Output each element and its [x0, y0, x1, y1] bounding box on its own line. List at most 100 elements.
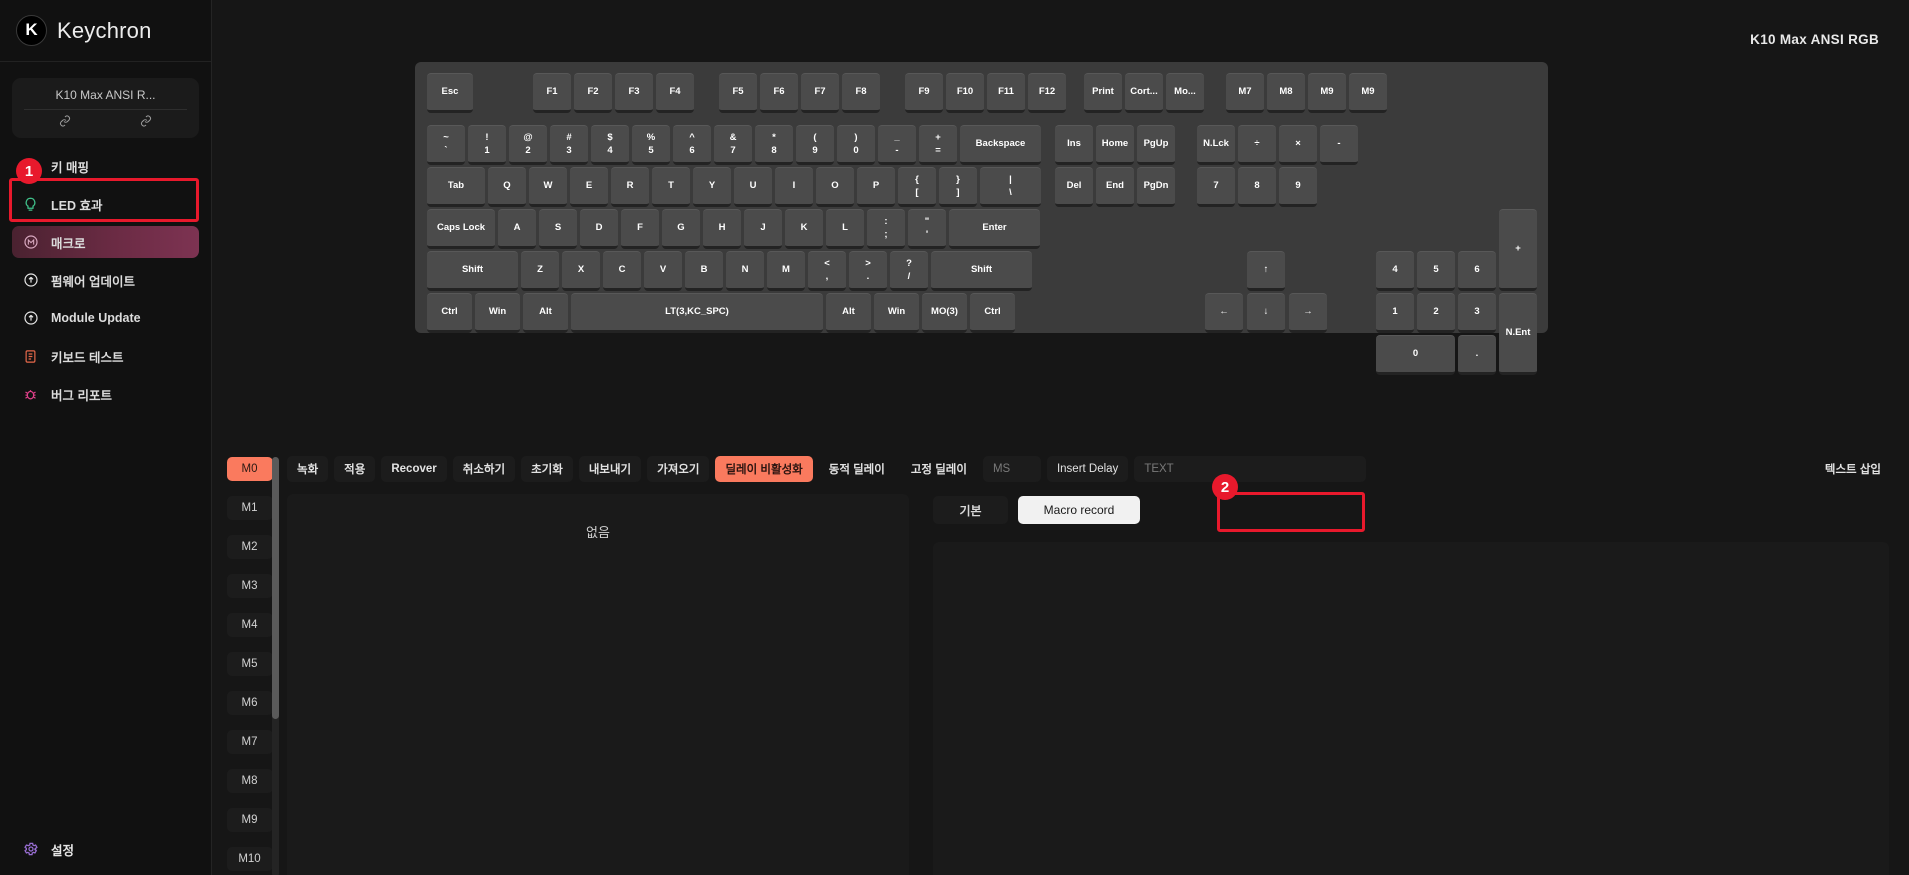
keyboard-key[interactable]: N.Ent [1499, 293, 1537, 375]
keyboard-key[interactable]: Win [475, 293, 520, 333]
keyboard-key[interactable]: M9 [1349, 73, 1387, 113]
keyboard-key[interactable]: Win [874, 293, 919, 333]
keyboard-key[interactable]: Esc [427, 73, 473, 113]
keyboard-key[interactable]: M8 [1267, 73, 1305, 113]
keyboard-key[interactable]: 8 [1238, 167, 1276, 207]
keyboard-key[interactable]: F4 [656, 73, 694, 113]
keyboard-key[interactable]: 3 [1458, 293, 1496, 333]
keyboard-key[interactable]: ^ 6 [673, 125, 711, 165]
keyboard-key[interactable]: | \ [980, 167, 1041, 207]
keyboard-key[interactable]: Home [1096, 125, 1134, 165]
keyboard-key[interactable]: Enter [949, 209, 1040, 249]
keyboard-key[interactable]: Backspace [960, 125, 1041, 165]
macro-list-scrollbar[interactable] [272, 457, 279, 875]
keyboard-key[interactable]: S [539, 209, 577, 249]
keyboard-key[interactable]: _ - [878, 125, 916, 165]
delay-ms-input[interactable]: MS [982, 456, 1041, 482]
keyboard-key[interactable]: C [603, 251, 641, 291]
macro-slot-m7[interactable]: M7 [226, 730, 273, 754]
macro-slot-m3[interactable]: M3 [226, 574, 273, 598]
keyboard-key[interactable]: P [857, 167, 895, 207]
keyboard-key[interactable]: A [498, 209, 536, 249]
keyboard-key[interactable]: LT(3,KC_SPC) [571, 293, 823, 333]
keyboard-key[interactable]: F12 [1028, 73, 1066, 113]
keyboard-key[interactable]: ÷ [1238, 125, 1276, 165]
keyboard-key[interactable]: F10 [946, 73, 984, 113]
keyboard-key[interactable]: * 8 [755, 125, 793, 165]
keyboard-key[interactable]: V [644, 251, 682, 291]
insert-delay-button[interactable]: Insert Delay [1046, 456, 1129, 482]
keyboard-key[interactable]: H [703, 209, 741, 249]
keyboard-key[interactable]: G [662, 209, 700, 249]
keyboard-key[interactable]: $4 [591, 125, 629, 165]
keyboard-key[interactable]: Print [1084, 73, 1122, 113]
keyboard-key[interactable]: + [1499, 209, 1537, 291]
toolbar-button[interactable]: 가져오기 [647, 456, 710, 482]
keyboard-key[interactable]: 9 [1279, 167, 1317, 207]
keyboard-key[interactable]: N [726, 251, 764, 291]
keyboard-key[interactable]: B [685, 251, 723, 291]
keyboard-key[interactable]: F7 [801, 73, 839, 113]
insert-text-button[interactable]: 텍스트 삽입 [1815, 456, 1891, 482]
keyboard-key[interactable]: 6 [1458, 251, 1496, 291]
macro-sequence-pane[interactable]: 없음 [287, 494, 909, 875]
keyboard-key[interactable]: F9 [905, 73, 943, 113]
macro-text-input[interactable]: TEXT [1134, 456, 1367, 482]
macro-slot-m6[interactable]: M6 [226, 691, 273, 715]
macro-slot-m10[interactable]: M10 [226, 847, 273, 871]
keyboard-key[interactable]: T [652, 167, 690, 207]
arrow-up-key[interactable]: ↑ [1247, 251, 1285, 291]
keyboard-key[interactable]: X [562, 251, 600, 291]
arrow-right-key[interactable]: → [1289, 293, 1327, 333]
keyboard-key[interactable]: L [826, 209, 864, 249]
link-icon-right[interactable] [140, 115, 152, 130]
keyboard-key[interactable]: :; [867, 209, 905, 249]
keyboard-key[interactable]: Shift [427, 251, 518, 291]
device-card[interactable]: K10 Max ANSI R... [12, 78, 199, 138]
toolbar-button[interactable]: 취소하기 [452, 456, 516, 482]
keyboard-key[interactable]: ~ ` [427, 125, 465, 165]
toolbar-button[interactable]: 고정 딜레이 [901, 456, 977, 482]
macro-slot-m2[interactable]: M2 [226, 535, 273, 559]
keyboard-key[interactable]: {[ [898, 167, 936, 207]
sidebar-item-module-update[interactable]: Module Update [12, 302, 199, 334]
macro-slot-m8[interactable]: M8 [226, 769, 273, 793]
keyboard-key[interactable]: M7 [1226, 73, 1264, 113]
link-icon-left[interactable] [59, 115, 71, 130]
sidebar-item-firmware-update[interactable]: 펌웨어 업데이트 [12, 264, 199, 296]
arrow-left-key[interactable]: ← [1205, 293, 1243, 333]
keyboard-key[interactable]: Y [693, 167, 731, 207]
keyboard-key[interactable]: Del [1055, 167, 1093, 207]
keyboard-key[interactable]: Tab [427, 167, 485, 207]
macro-record-button[interactable]: Macro record [1018, 496, 1140, 524]
keyboard-key[interactable]: ? / [890, 251, 928, 291]
keyboard-key[interactable]: Alt [826, 293, 871, 333]
keyboard-key[interactable]: >. [849, 251, 887, 291]
keyboard-key[interactable]: % 5 [632, 125, 670, 165]
toolbar-button[interactable]: 녹화 [287, 456, 329, 482]
keyboard-key[interactable]: Shift [931, 251, 1032, 291]
keyboard-key[interactable]: . [1458, 335, 1496, 375]
toolbar-button[interactable]: 내보내기 [578, 456, 642, 482]
keyboard-key[interactable]: Q [488, 167, 526, 207]
keyboard-key[interactable]: F5 [719, 73, 757, 113]
keyboard-key[interactable]: × [1279, 125, 1317, 165]
keyboard-key[interactable]: F [621, 209, 659, 249]
sidebar-item-settings[interactable]: 설정 [0, 833, 74, 865]
keyboard-key[interactable]: @2 [509, 125, 547, 165]
keyboard-key[interactable]: F11 [987, 73, 1025, 113]
toolbar-button[interactable]: 적용 [334, 456, 376, 482]
keyboard-key[interactable]: Ins [1055, 125, 1093, 165]
keyboard-key[interactable]: R [611, 167, 649, 207]
toolbar-button[interactable]: 초기화 [521, 456, 573, 482]
basic-mode-button[interactable]: 기본 [933, 496, 1008, 524]
keyboard-key[interactable]: W [529, 167, 567, 207]
keyboard-key[interactable]: 1 [1376, 293, 1414, 333]
keyboard-key[interactable]: D [580, 209, 618, 249]
keyboard-key[interactable]: K [785, 209, 823, 249]
keyboard-key[interactable]: #3 [550, 125, 588, 165]
keyboard-key[interactable]: U [734, 167, 772, 207]
keyboard-key[interactable]: 4 [1376, 251, 1414, 291]
keyboard-key[interactable]: PgUp [1137, 125, 1175, 165]
keyboard-key[interactable]: 0 [1376, 335, 1455, 375]
